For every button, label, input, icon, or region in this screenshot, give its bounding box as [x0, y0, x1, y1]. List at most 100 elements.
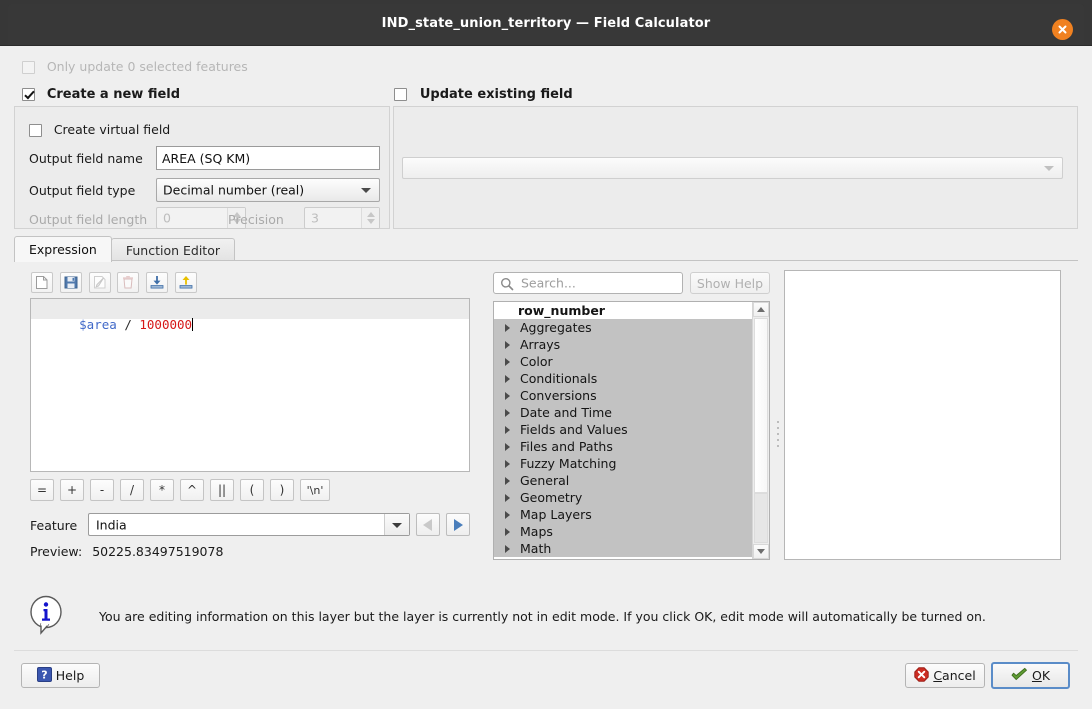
chevron-right-icon[interactable]: [505, 409, 510, 417]
scroll-down-icon[interactable]: [753, 544, 769, 559]
tab-function-editor[interactable]: Function Editor: [110, 238, 235, 262]
operator-button-close-paren[interactable]: ): [270, 479, 294, 501]
operator-button-power[interactable]: ^: [180, 479, 204, 501]
titlebar-inner: IND_state_union_territory — Field Calcul…: [8, 4, 1084, 45]
list-item[interactable]: Color: [494, 353, 752, 370]
panel-splitter[interactable]: [774, 301, 782, 560]
update-existing-field-checkbox[interactable]: [394, 88, 407, 101]
list-item[interactable]: Conditionals: [494, 370, 752, 387]
precision-spin-buttons[interactable]: [361, 208, 379, 228]
output-field-type-combo[interactable]: Decimal number (real): [156, 178, 380, 202]
only-update-selected-checkbox[interactable]: [22, 61, 35, 74]
info-icon: [28, 595, 64, 638]
function-list-label: General: [520, 473, 570, 488]
operator-button-equals[interactable]: =: [30, 479, 54, 501]
list-item[interactable]: Date and Time: [494, 404, 752, 421]
scrollbar-track[interactable]: [754, 493, 768, 543]
create-new-field-checkbox[interactable]: [22, 88, 35, 101]
create-virtual-field-row[interactable]: Create virtual field: [29, 122, 170, 137]
list-item[interactable]: Conversions: [494, 387, 752, 404]
help-button-label: Help: [55, 668, 85, 683]
update-existing-field-row[interactable]: Update existing field: [394, 87, 573, 102]
list-item[interactable]: row_number: [494, 302, 752, 319]
operator-button-concat[interactable]: ||: [210, 479, 234, 501]
window-title: IND_state_union_territory — Field Calcul…: [381, 16, 711, 31]
help-button[interactable]: ? Help: [21, 663, 100, 688]
list-item[interactable]: General: [494, 472, 752, 489]
list-item[interactable]: Map Layers: [494, 506, 752, 523]
chevron-right-icon[interactable]: [505, 443, 510, 451]
chevron-right-icon[interactable]: [505, 358, 510, 366]
precision-stepper[interactable]: 3: [304, 207, 380, 229]
list-item[interactable]: Maps: [494, 523, 752, 540]
search-input[interactable]: Search...: [493, 272, 683, 294]
function-help-panel: [784, 270, 1061, 560]
function-list-label: Files and Paths: [520, 439, 613, 454]
search-placeholder: Search...: [521, 275, 576, 291]
tab-expression[interactable]: Expression: [14, 236, 112, 262]
import-expressions-icon[interactable]: [146, 272, 169, 293]
chevron-right-icon[interactable]: [505, 528, 510, 536]
function-list-label: Maps: [520, 524, 553, 539]
delete-expression-icon: [117, 272, 140, 293]
only-update-selected-row[interactable]: Only update 0 selected features: [22, 59, 248, 74]
cancel-button[interactable]: Cancel: [905, 663, 985, 688]
output-field-name-input[interactable]: [156, 146, 380, 170]
operator-button-multiply[interactable]: *: [150, 479, 174, 501]
operator-button-open-paren[interactable]: (: [240, 479, 264, 501]
chevron-right-icon[interactable]: [505, 341, 510, 349]
scrollbar-thumb[interactable]: [754, 318, 768, 493]
next-feature-icon[interactable]: [446, 513, 470, 536]
chevron-right-icon[interactable]: [505, 545, 510, 553]
feature-combo-button[interactable]: [384, 514, 409, 535]
show-help-button[interactable]: Show Help: [690, 272, 770, 294]
save-expression-icon[interactable]: [59, 272, 82, 293]
list-item[interactable]: Geometry: [494, 489, 752, 506]
chevron-right-icon[interactable]: [505, 511, 510, 519]
function-list-label: row_number: [518, 303, 605, 318]
spin-down-icon[interactable]: [366, 219, 375, 224]
chevron-right-icon[interactable]: [505, 460, 510, 468]
chevron-right-icon[interactable]: [505, 426, 510, 434]
list-item[interactable]: Arrays: [494, 336, 752, 353]
triangle-up-icon: [757, 307, 765, 312]
chevron-right-icon[interactable]: [505, 494, 510, 502]
function-list-items: row_number Aggregates Arrays Color Condi…: [494, 302, 752, 557]
cancel-button-label: Cancel: [933, 668, 976, 683]
search-icon: [500, 277, 514, 294]
function-list-scrollbar[interactable]: [752, 302, 769, 559]
info-message: You are editing information on this laye…: [99, 609, 986, 624]
chevron-right-icon[interactable]: [505, 477, 510, 485]
chevron-right-icon[interactable]: [505, 392, 510, 400]
operator-button-plus[interactable]: +: [60, 479, 84, 501]
new-expression-icon[interactable]: [31, 272, 53, 293]
function-list[interactable]: row_number Aggregates Arrays Color Condi…: [493, 301, 770, 560]
chevron-right-icon[interactable]: [505, 324, 510, 332]
scroll-up-icon[interactable]: [753, 302, 769, 317]
operator-button-divide[interactable]: /: [120, 479, 144, 501]
close-icon[interactable]: [1052, 19, 1073, 40]
expression-toolbar: [31, 272, 200, 293]
list-item[interactable]: Fields and Values: [494, 421, 752, 438]
chevron-right-icon[interactable]: [505, 375, 510, 383]
list-item[interactable]: Aggregates: [494, 319, 752, 336]
list-item[interactable]: Files and Paths: [494, 438, 752, 455]
list-item[interactable]: Fuzzy Matching: [494, 455, 752, 472]
operator-button-newline[interactable]: '\n': [300, 479, 330, 501]
expression-text: $area / 1000000: [34, 302, 194, 347]
list-item[interactable]: Math: [494, 540, 752, 557]
export-expressions-icon[interactable]: [175, 272, 198, 293]
output-field-type-value: Decimal number (real): [163, 182, 305, 198]
create-virtual-field-checkbox[interactable]: [29, 124, 42, 137]
function-list-label: Geometry: [520, 490, 583, 505]
operator-button-minus[interactable]: -: [90, 479, 114, 501]
field-calculator-dialog: IND_state_union_territory — Field Calcul…: [0, 0, 1092, 709]
update-existing-field-combo[interactable]: [402, 157, 1063, 179]
create-new-field-row[interactable]: Create a new field: [22, 87, 180, 102]
feature-combo[interactable]: India: [88, 513, 410, 536]
spin-up-icon[interactable]: [366, 212, 375, 217]
ok-button[interactable]: OK: [991, 662, 1070, 689]
feature-value: India: [96, 517, 127, 532]
previous-feature-icon[interactable]: [416, 513, 440, 536]
expression-editor[interactable]: $area / 1000000: [30, 298, 470, 472]
